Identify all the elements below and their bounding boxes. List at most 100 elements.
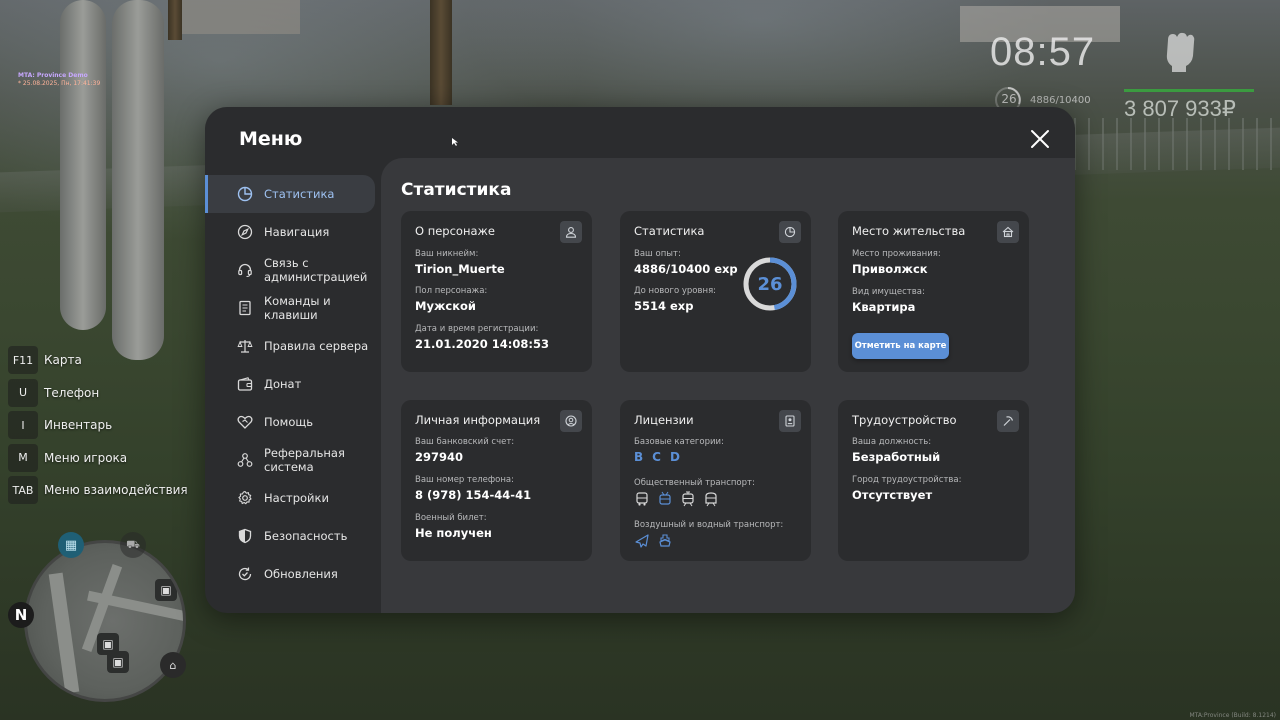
bus-icon xyxy=(636,492,648,506)
field-label: До нового уровня: xyxy=(634,286,717,296)
field-label: Воздушный и водный транспорт: xyxy=(634,520,784,530)
sidebar-item-statistics[interactable]: Статистика xyxy=(205,175,375,213)
sidebar-item-label: Связь с администрацией xyxy=(264,256,368,284)
tram-icon xyxy=(682,491,694,507)
card-residence: Место жительства Место проживания: Приво… xyxy=(838,211,1029,372)
card-title: Место жительства xyxy=(852,224,966,238)
sidebar-item-navigation[interactable]: Навигация xyxy=(205,213,381,251)
sidebar-item-label: Статистика xyxy=(264,187,335,201)
sidebar-item-contact-admin[interactable]: Связь с администрацией xyxy=(205,251,381,289)
sidebar-item-label: Донат xyxy=(264,377,302,391)
debug-server: MTA: Province Demo xyxy=(18,72,88,79)
residence-value: Приволжск xyxy=(852,262,928,276)
sidebar-item-rules[interactable]: Правила сервера xyxy=(205,327,381,365)
minimap-blip-icon: ▣ xyxy=(155,579,177,601)
sidebar-item-referral[interactable]: Реферальная система xyxy=(205,441,381,479)
pie-chart-icon xyxy=(237,186,253,202)
field-label: Ваша должность: xyxy=(852,437,932,447)
card-licenses: Лицензии Базовые категории: B C D Общест… xyxy=(620,400,811,561)
sidebar-item-label: Безопасность xyxy=(264,529,348,543)
minimap[interactable]: ▣ ▣ ▣ xyxy=(24,540,186,702)
field-label: Общественный транспорт: xyxy=(634,478,755,488)
sidebar-item-settings[interactable]: Настройки xyxy=(205,479,381,517)
metro-icon xyxy=(705,492,717,507)
mark-on-map-button[interactable]: Отметить на карте xyxy=(852,333,949,359)
hotkey-map[interactable]: F11 Карта xyxy=(8,346,188,374)
trolleybus-icon xyxy=(659,491,671,505)
hud-exp: 4886/10400 xyxy=(1030,95,1091,106)
sidebar-item-label: Команды и клавиши xyxy=(264,294,331,322)
employment-city-value: Отсутствует xyxy=(852,488,933,502)
compass-icon xyxy=(237,224,253,240)
network-icon xyxy=(237,453,253,467)
property-value: Квартира xyxy=(852,300,916,314)
sidebar-item-donate[interactable]: Донат xyxy=(205,365,381,403)
sidebar-item-help[interactable]: Помощь xyxy=(205,403,381,441)
phone-value: 8 (978) 154-44-41 xyxy=(415,488,532,502)
debug-datetime: * 25.08.2025, Пн, 17:41:39 xyxy=(18,80,101,87)
field-label: Ваш никнейм: xyxy=(415,249,479,259)
sidebar-item-label: Реферальная система xyxy=(264,446,345,474)
minimap-road xyxy=(48,572,80,694)
hotkey-inventory[interactable]: I Инвентарь xyxy=(8,411,188,439)
level-value: 26 xyxy=(757,273,783,295)
hotkey-label: Телефон xyxy=(44,385,100,400)
next-level-value: 5514 exp xyxy=(634,299,694,313)
hotkey-key: U xyxy=(8,378,38,407)
menu-title: Меню xyxy=(239,128,303,150)
sidebar-item-security[interactable]: Безопасность xyxy=(205,517,381,555)
hotkey-phone[interactable]: U Телефон xyxy=(8,378,188,407)
home-icon xyxy=(997,221,1019,243)
heart-handshake-icon xyxy=(237,415,253,429)
hotkey-list: F11 Карта U Телефон I Инвентарь M Меню и… xyxy=(8,346,188,509)
content-panel: Статистика О персонаже Ваш никнейм: Tiri… xyxy=(381,158,1075,613)
hotkey-interaction-menu[interactable]: TAB Меню взаимодействия xyxy=(8,476,188,504)
card-character: О персонаже Ваш никнейм: Tirion_Muerte П… xyxy=(401,211,592,372)
field-label: Ваш номер телефона: xyxy=(415,475,514,485)
card-title: О персонаже xyxy=(415,224,495,238)
shield-icon xyxy=(238,528,252,544)
page-title: Статистика xyxy=(401,180,512,200)
registration-value: 21.01.2020 14:08:53 xyxy=(415,337,549,351)
hotkey-label: Карта xyxy=(44,353,82,367)
license-category: D xyxy=(669,450,680,464)
public-transport-licenses xyxy=(634,491,719,507)
field-label: Дата и время регистрации: xyxy=(415,324,539,334)
pie-chart-icon xyxy=(779,221,801,243)
field-label: Место проживания: xyxy=(852,249,941,259)
headset-icon xyxy=(238,263,252,278)
build-info: MTA:Province (Build: 8.1214) xyxy=(1189,712,1277,719)
bank-account-value: 297940 xyxy=(415,450,464,464)
background-tree xyxy=(168,0,182,40)
field-label: Ваш опыт: xyxy=(634,249,681,259)
document-icon xyxy=(239,300,251,316)
card-title: Трудоустройство xyxy=(852,413,957,427)
background-building xyxy=(180,0,300,34)
hotkey-key: I xyxy=(8,411,38,439)
sidebar-item-updates[interactable]: Обновления xyxy=(205,555,381,593)
field-label: Ваш банковский счет: xyxy=(415,437,515,447)
pickaxe-icon xyxy=(997,410,1019,432)
scales-icon xyxy=(237,340,253,353)
plane-icon xyxy=(635,534,649,548)
field-label: Базовые категории: xyxy=(634,437,724,447)
exp-value: 4886/10400 exp xyxy=(634,262,738,276)
sidebar-item-label: Навигация xyxy=(264,225,330,239)
user-icon xyxy=(560,221,582,243)
house-icon: ⌂ xyxy=(160,652,186,678)
minimap-blip-icon: ▣ xyxy=(107,651,129,673)
background-tree xyxy=(430,0,452,105)
sidebar-item-label: Настройки xyxy=(264,491,329,505)
hotkey-key: TAB xyxy=(8,476,38,504)
nickname-value: Tirion_Muerte xyxy=(415,262,505,276)
compass-north: N xyxy=(8,602,34,628)
hud-clock: 08:57 xyxy=(990,30,1096,74)
fist-icon xyxy=(1166,32,1195,72)
hotkey-player-menu[interactable]: M Меню игрока xyxy=(8,443,188,472)
sidebar-item-commands[interactable]: Команды и клавиши xyxy=(205,289,381,327)
card-employment: Трудоустройство Ваша должность: Безработ… xyxy=(838,400,1029,561)
card-title: Статистика xyxy=(634,224,705,238)
hud-money: 3 807 933₽ xyxy=(1124,96,1236,121)
close-button[interactable] xyxy=(1029,128,1051,150)
hotkey-key: F11 xyxy=(8,346,38,374)
